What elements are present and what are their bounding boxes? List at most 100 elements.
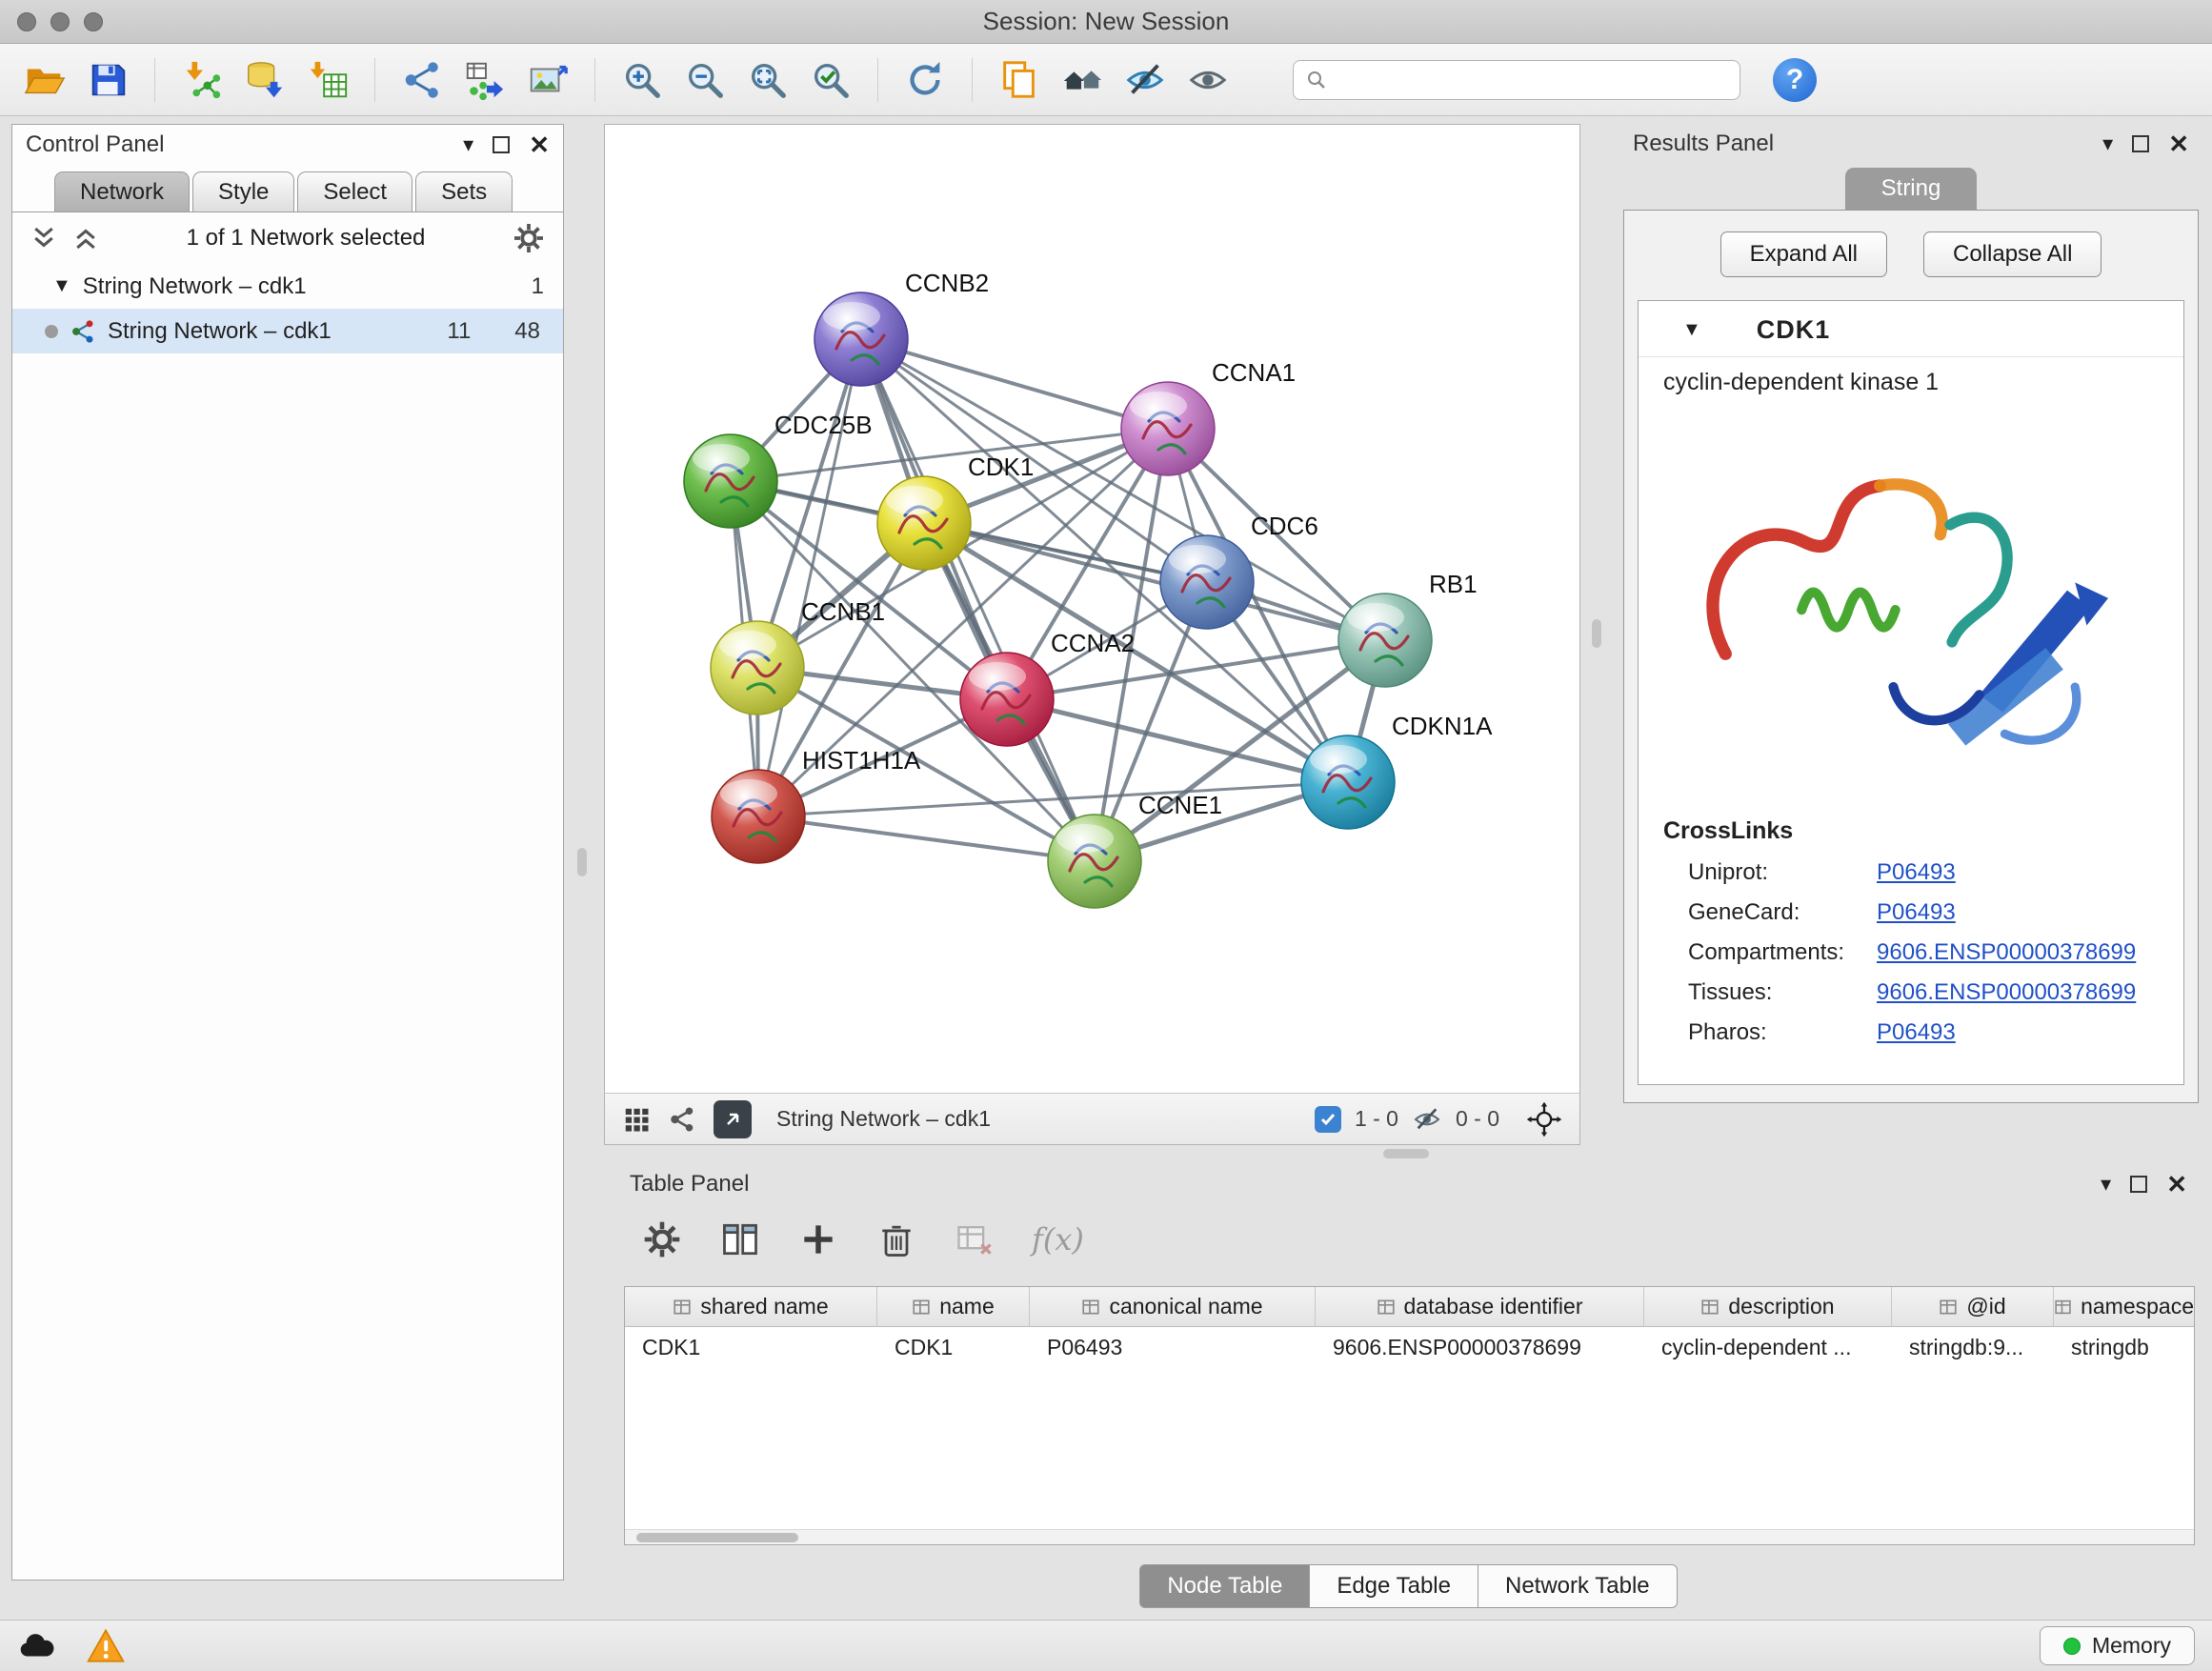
column-header[interactable]: canonical name	[1030, 1287, 1316, 1326]
tree-expand-icon[interactable]: ▼	[52, 275, 71, 297]
table-settings-gear-icon[interactable]	[641, 1218, 683, 1260]
export-image-icon[interactable]	[520, 52, 575, 108]
tab-network[interactable]: Network	[54, 171, 190, 211]
results-panel: Results Panel ▾ ✕ String Expand All Coll…	[1619, 124, 2202, 1134]
table-horizontal-scrollbar[interactable]	[625, 1529, 2194, 1544]
network-edge[interactable]	[861, 339, 1095, 861]
left-splitter-handle[interactable]	[577, 848, 587, 876]
tab-select[interactable]: Select	[297, 171, 412, 211]
main-toolbar: ?	[0, 44, 2212, 116]
table-row[interactable]: CDK1 CDK1 P06493 9606.ENSP00000378699 cy…	[625, 1327, 2194, 1367]
cloud-icon[interactable]	[17, 1626, 57, 1666]
column-header[interactable]: shared name	[625, 1287, 877, 1326]
panel-menu-icon[interactable]: ▾	[2101, 1174, 2111, 1195]
network-edge[interactable]	[758, 816, 1095, 861]
zoom-out-icon[interactable]	[677, 52, 733, 108]
panel-float-icon[interactable]	[2132, 135, 2149, 152]
detach-view-button[interactable]	[714, 1100, 752, 1138]
function-builder-icon[interactable]: f(x)	[1032, 1221, 1084, 1258]
tab-edge-table[interactable]: Edge Table	[1310, 1564, 1478, 1608]
save-session-icon[interactable]	[80, 52, 135, 108]
zoom-window-icon[interactable]	[84, 12, 103, 31]
clone-network-table-icon[interactable]	[457, 52, 513, 108]
toolbar-separator	[374, 58, 375, 102]
column-header[interactable]: description	[1644, 1287, 1892, 1326]
scrollbar-thumb[interactable]	[636, 1533, 798, 1542]
control-panel-title: Control Panel	[26, 131, 164, 158]
panel-float-icon[interactable]	[2130, 1176, 2147, 1193]
birdseye-view-icon[interactable]	[622, 1105, 651, 1134]
home-icon[interactable]	[1055, 52, 1110, 108]
import-table-icon[interactable]	[300, 52, 355, 108]
column-header[interactable]: database identifier	[1316, 1287, 1644, 1326]
panel-menu-icon[interactable]: ▾	[2102, 133, 2113, 154]
network-from-selection-icon[interactable]	[394, 52, 450, 108]
right-splitter-handle[interactable]	[1592, 619, 1601, 648]
tab-style[interactable]: Style	[192, 171, 294, 211]
horizontal-splitter-handle[interactable]	[1383, 1149, 1429, 1158]
panel-close-icon[interactable]: ✕	[529, 132, 550, 157]
help-icon[interactable]: ?	[1773, 58, 1817, 102]
control-panel: Control Panel ▾ ✕ Network Style Select S…	[11, 124, 564, 1580]
crosslink-genecard[interactable]: P06493	[1877, 899, 1956, 926]
memory-button[interactable]: Memory	[2040, 1626, 2195, 1665]
column-header[interactable]: name	[877, 1287, 1030, 1326]
search-box[interactable]	[1293, 60, 1740, 100]
network-row[interactable]: String Network – cdk1 11 48	[12, 309, 563, 353]
import-network-file-icon[interactable]	[174, 52, 230, 108]
network-canvas[interactable]: CCNB2CCNA1CDC25BCDK1CDC6RB1CCNB1CCNA2CDK…	[605, 125, 1579, 1093]
collection-network-count: 1	[532, 273, 544, 300]
network-view-toolbar: String Network – cdk1 1 - 0 0 - 0	[605, 1093, 1579, 1144]
panel-float-icon[interactable]	[493, 136, 510, 153]
panel-close-icon[interactable]: ✕	[2168, 131, 2189, 156]
node-label-CDKN1A: CDKN1A	[1392, 712, 1493, 740]
selected-count-checkbox[interactable]	[1315, 1106, 1341, 1133]
crosshair-icon[interactable]	[1526, 1101, 1562, 1137]
tab-string[interactable]: String	[1845, 168, 1978, 210]
column-header[interactable]: @id	[1892, 1287, 2054, 1326]
crosslink-uniprot[interactable]: P06493	[1877, 859, 1956, 886]
add-column-plus-icon[interactable]	[797, 1218, 839, 1260]
node-table-grid[interactable]: shared name name canonical name database…	[624, 1286, 2195, 1545]
search-input[interactable]	[1337, 68, 1728, 92]
network-share-icon[interactable]	[668, 1105, 696, 1134]
zoom-selected-icon[interactable]	[803, 52, 858, 108]
zoom-in-icon[interactable]	[614, 52, 670, 108]
crosslink-pharos[interactable]: P06493	[1877, 1019, 1956, 1046]
delete-column-trash-icon[interactable]	[875, 1218, 917, 1260]
hidden-eye-slash-icon[interactable]	[1412, 1104, 1442, 1135]
gear-icon[interactable]	[512, 221, 546, 255]
hide-selection-icon[interactable]	[1117, 52, 1173, 108]
panel-menu-icon[interactable]: ▾	[463, 134, 473, 155]
cell-canonical-name: P06493	[1030, 1335, 1316, 1360]
show-columns-icon[interactable]	[719, 1218, 761, 1260]
network-view[interactable]: CCNB2CCNA1CDC25BCDK1CDC6RB1CCNB1CCNA2CDK…	[604, 124, 1580, 1145]
crosslink-compartments[interactable]: 9606.ENSP00000378699	[1877, 939, 2136, 966]
apply-layout-icon[interactable]	[897, 52, 953, 108]
section-collapse-icon[interactable]: ▼	[1682, 319, 1701, 341]
node-highlight	[719, 631, 776, 659]
crosslink-tissues[interactable]: 9606.ENSP00000378699	[1877, 979, 2136, 1006]
zoom-fit-icon[interactable]	[740, 52, 795, 108]
minimize-window-icon[interactable]	[50, 12, 70, 31]
network-edge[interactable]	[861, 339, 1168, 429]
network-edge[interactable]	[924, 523, 1385, 640]
tab-sets[interactable]: Sets	[415, 171, 513, 211]
copy-document-icon[interactable]	[992, 52, 1047, 108]
expand-all-button[interactable]: Expand All	[1720, 232, 1887, 277]
show-all-icon[interactable]	[1180, 52, 1236, 108]
column-header[interactable]: namespace	[2054, 1287, 2194, 1326]
close-window-icon[interactable]	[17, 12, 36, 31]
warning-icon[interactable]	[86, 1626, 126, 1666]
panel-close-icon[interactable]: ✕	[2166, 1172, 2187, 1197]
collapse-all-button[interactable]: Collapse All	[1923, 232, 2101, 277]
expand-all-groups-icon[interactable]	[30, 224, 58, 252]
crosslink-label: Tissues:	[1688, 979, 1877, 1006]
open-session-icon[interactable]	[17, 52, 72, 108]
import-network-database-icon[interactable]	[237, 52, 292, 108]
tab-node-table[interactable]: Node Table	[1139, 1564, 1310, 1608]
tab-network-table[interactable]: Network Table	[1478, 1564, 1678, 1608]
network-collection-row[interactable]: ▼ String Network – cdk1 1	[12, 264, 563, 309]
collapse-all-groups-icon[interactable]	[71, 224, 100, 252]
table-panel-title: Table Panel	[630, 1171, 749, 1198]
